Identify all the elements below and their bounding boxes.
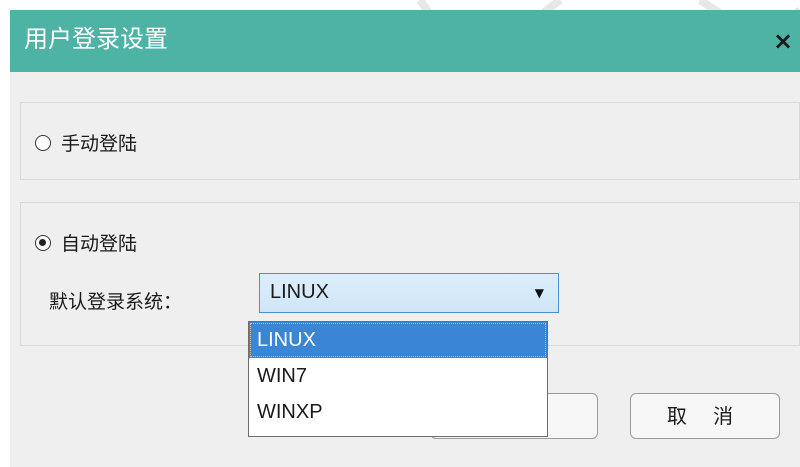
system-dropdown-list: LINUX WIN7 WINXP [248, 321, 548, 437]
auto-login-label: 自动登陆 [61, 233, 138, 255]
option-linux[interactable]: LINUX [249, 322, 547, 358]
option-win7[interactable]: WIN7 [249, 358, 547, 394]
manual-login-radio[interactable] [35, 134, 51, 151]
default-system-label: 默认登录系统： [49, 291, 183, 313]
auto-login-radio[interactable] [35, 234, 51, 251]
close-icon[interactable]: × [770, 26, 796, 56]
cancel-button[interactable]: 取 消 [630, 393, 780, 439]
default-system-select[interactable]: LINUX ▼ [259, 273, 559, 313]
option-winxp[interactable]: WINXP [249, 394, 547, 430]
default-system-value: LINUX [270, 281, 329, 303]
manual-login-option[interactable]: 手动登陆 [35, 129, 137, 156]
manual-login-label: 手动登陆 [61, 133, 138, 155]
dialog-title: 用户登录设置 [24, 25, 168, 53]
manual-login-panel: 手动登陆 [20, 102, 800, 180]
auto-login-option[interactable]: 自动登陆 [35, 229, 137, 256]
chevron-down-icon[interactable]: ▼ [535, 286, 544, 300]
dialog-titlebar: 用户登录设置 × [10, 10, 800, 72]
